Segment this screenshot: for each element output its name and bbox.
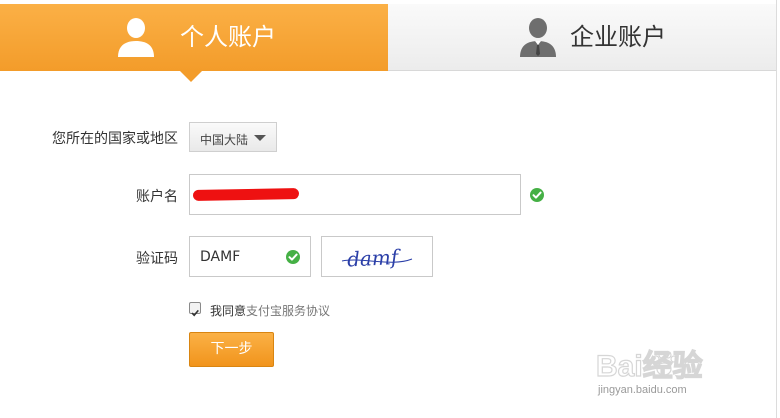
watermark-url: jingyan.baidu.com xyxy=(598,384,687,396)
tab-personal-label: 个人账户 xyxy=(180,23,276,51)
tab-business-label: 企业账户 xyxy=(570,23,666,51)
captcha-input-value: DAMF xyxy=(200,249,241,265)
agreement-prefix: 我同意 xyxy=(210,304,247,318)
frame-border xyxy=(776,0,777,418)
valid-check-icon xyxy=(286,250,300,264)
account-type-tabs: 个人账户 企业账户 xyxy=(0,4,776,82)
captcha-label: 验证码 xyxy=(136,251,178,267)
agree-checkbox[interactable] xyxy=(189,302,201,317)
account-label: 账户名 xyxy=(136,189,178,205)
country-select[interactable]: 中国大陆 xyxy=(189,122,277,152)
tab-business-account[interactable]: 企业账户 xyxy=(388,4,776,71)
country-label: 您所在的国家或地区 xyxy=(52,131,178,147)
chevron-down-icon xyxy=(254,135,266,141)
business-user-icon xyxy=(518,17,558,59)
country-select-value: 中国大陆 xyxy=(200,133,249,147)
captcha-image-text: damf xyxy=(346,245,402,272)
captcha-image[interactable]: damf xyxy=(321,236,433,277)
user-icon xyxy=(116,17,156,59)
account-name-input[interactable] xyxy=(189,174,521,215)
watermark-brand: Bai经验 xyxy=(596,349,703,383)
service-agreement-link[interactable]: 支付宝服务协议 xyxy=(246,304,330,318)
redaction-mark xyxy=(192,188,300,201)
next-step-button[interactable]: 下一步 xyxy=(189,332,274,367)
valid-check-icon xyxy=(530,188,544,202)
agreement-text: 我同意支付宝服务协议 xyxy=(210,302,330,319)
tab-personal-account[interactable]: 个人账户 xyxy=(0,4,388,82)
